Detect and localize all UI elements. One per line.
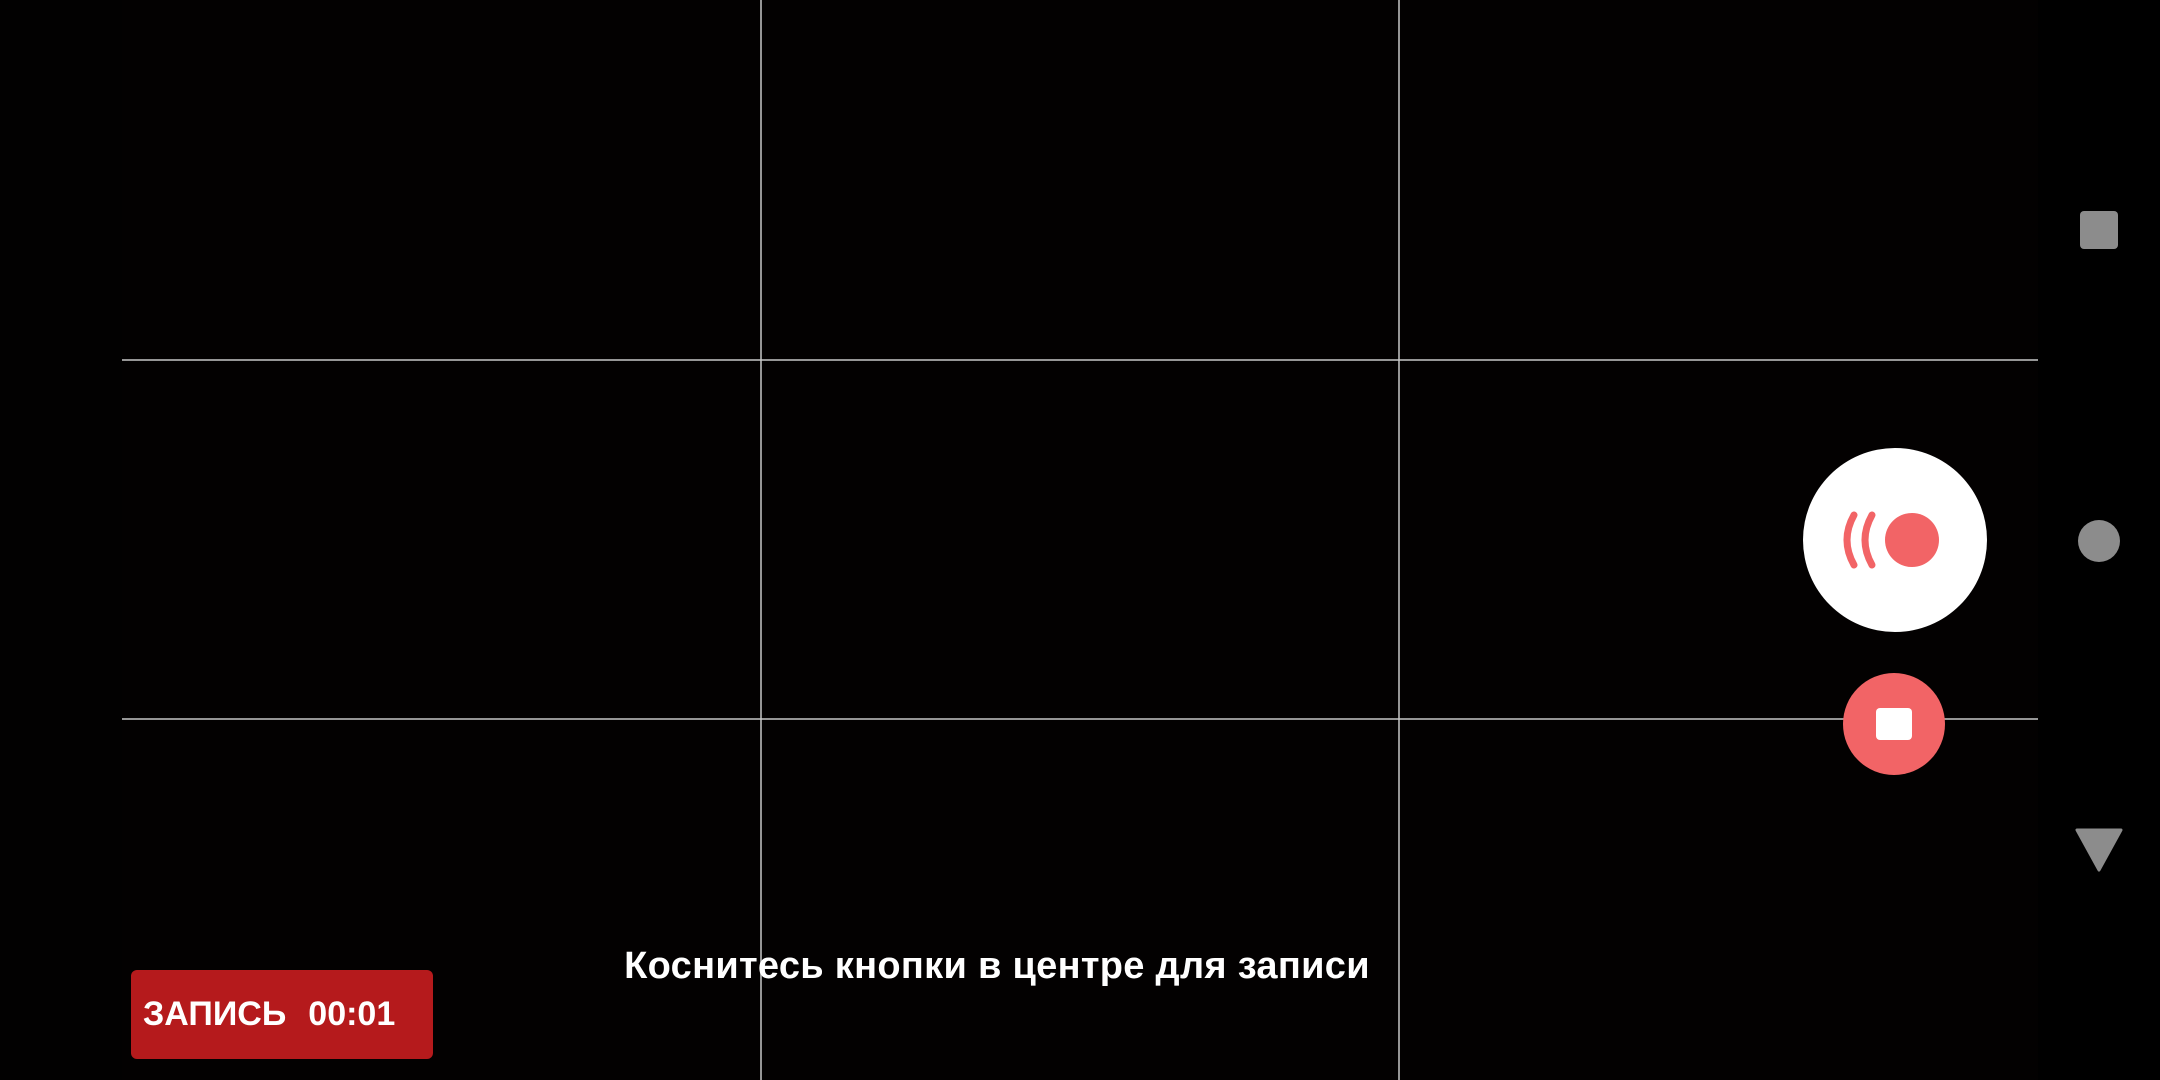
stop-icon xyxy=(1876,708,1912,740)
grid-line-horizontal-2 xyxy=(122,718,2038,720)
back-icon[interactable] xyxy=(2075,828,2123,872)
grid-line-horizontal-1 xyxy=(122,359,2038,361)
grid-line-vertical-1 xyxy=(760,0,762,1080)
recording-label: ЗАПИСЬ xyxy=(143,995,287,1033)
recording-timer: 00:01 xyxy=(308,995,396,1033)
recording-badge: ЗАПИСЬ 00:01 xyxy=(131,970,433,1059)
camera-screen: Коснитесь кнопки в центре для записи ЗАП… xyxy=(0,0,2160,1080)
camera-viewfinder[interactable] xyxy=(122,0,2038,1080)
broadcast-record-icon xyxy=(1843,511,1939,569)
home-icon[interactable] xyxy=(2078,520,2120,562)
stop-button[interactable] xyxy=(1843,673,1945,775)
grid-line-vertical-2 xyxy=(1398,0,1400,1080)
navigation-bar xyxy=(2038,0,2160,1080)
record-button[interactable] xyxy=(1803,448,1987,632)
hint-text: Коснитесь кнопки в центре для записи xyxy=(624,945,1370,987)
recent-apps-icon[interactable] xyxy=(2080,211,2118,249)
